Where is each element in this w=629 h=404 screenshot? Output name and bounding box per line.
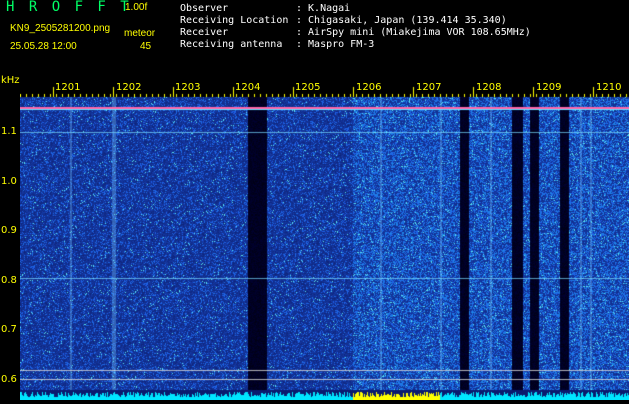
x-tick-label: 1204 <box>235 82 260 93</box>
y-tick-label: 0.8 <box>1 275 17 286</box>
x-tick-label: 1205 <box>295 82 320 93</box>
x-tick-label: 1208 <box>476 82 501 93</box>
x-tick-label: 1203 <box>175 82 200 93</box>
x-tick-label: 1202 <box>116 82 141 93</box>
x-tick-label: 1206 <box>356 82 381 93</box>
y-tick-label: 0.6 <box>1 374 17 385</box>
x-tick-label: 1201 <box>55 82 80 93</box>
y-tick-label: 1.0 <box>1 176 17 187</box>
y-tick-label: 0.7 <box>1 324 17 335</box>
y-tick-label: 1.1 <box>1 126 17 137</box>
x-tick-label: 1207 <box>416 82 441 93</box>
y-unit-label: kHz <box>1 75 20 86</box>
x-tick-label: 1210 <box>596 82 621 93</box>
waterfall-overlay: 1201 1202 1203 1204 1205 1206 1207 1208 … <box>55 82 621 93</box>
y-tick-label: 0.9 <box>1 225 17 236</box>
waterfall-panel: 1201 1202 1203 1204 1205 1206 1207 1208 … <box>20 73 629 400</box>
x-tick-label: 1209 <box>536 82 561 93</box>
